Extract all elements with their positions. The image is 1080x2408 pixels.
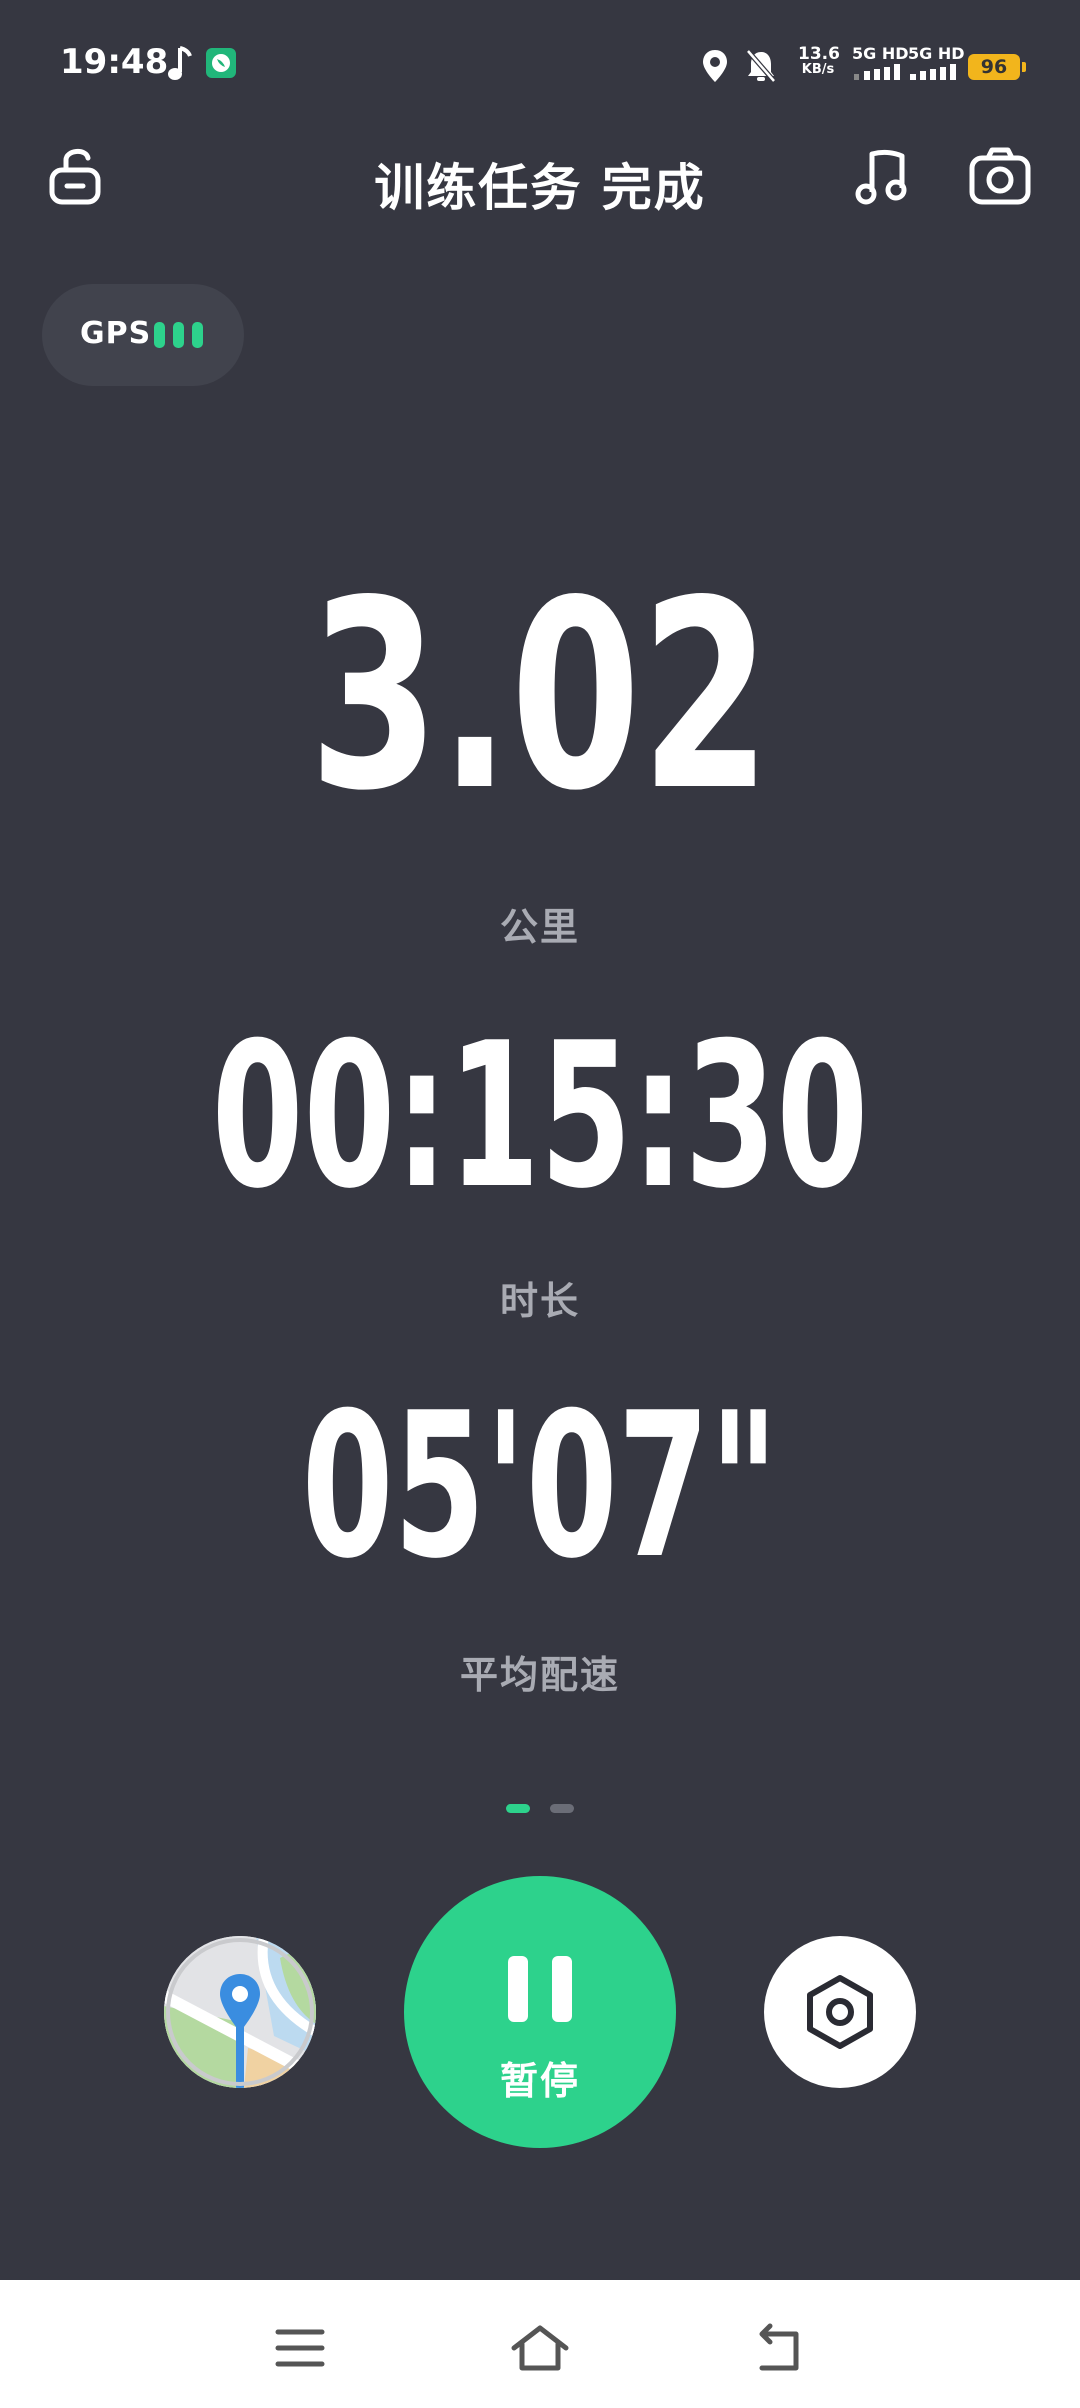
status-right-cluster: 13.6 KB/s 5G HD 5G HD 96 [640, 40, 1080, 90]
back-icon[interactable] [750, 2320, 810, 2376]
app-notification-icon [206, 48, 236, 78]
page-dot[interactable] [550, 1804, 574, 1813]
status-time: 19:48 [60, 42, 169, 82]
gps-label: GPS [80, 316, 152, 351]
pace-value: 05'07" [301, 1370, 779, 1603]
camera-icon[interactable] [966, 142, 1036, 212]
duration-label: 时长 [499, 1279, 580, 1323]
map-icon [164, 1936, 316, 2088]
menu-icon[interactable] [270, 2320, 330, 2376]
home-icon[interactable] [510, 2320, 570, 2376]
music-note-icon [168, 46, 192, 80]
duration-value: 00:15:30 [211, 1000, 869, 1233]
pace-label: 平均配速 [459, 1653, 620, 1697]
distance-value: 3.02 [309, 546, 771, 848]
settings-icon [807, 1975, 873, 2049]
gps-bar [192, 322, 203, 348]
page-dot-active[interactable] [506, 1804, 530, 1813]
battery-icon: 96 [968, 54, 1026, 80]
gps-bar [173, 322, 184, 348]
settings-button[interactable] [764, 1936, 916, 2088]
gps-bar [154, 322, 165, 348]
signal-icon [854, 64, 900, 80]
distance-label: 公里 [499, 905, 580, 949]
header-bar: 训练任务 完成 [0, 130, 1080, 230]
mute-bell-icon [746, 49, 776, 83]
map-button[interactable] [164, 1936, 316, 2088]
sim2-label: 5G HD [908, 44, 965, 63]
pause-label: 暂停 [499, 2059, 580, 2103]
gps-indicator: GPS [42, 284, 244, 386]
sim1-label: 5G HD [852, 44, 909, 63]
location-icon [703, 50, 727, 82]
status-bar: 19:48 13.6 KB/s 5G HD 5G HD 96 [0, 0, 1080, 130]
system-nav-bar [0, 2280, 1080, 2408]
pause-button[interactable]: 暂停 [404, 1876, 676, 2148]
net-speed: 13.6 KB/s [798, 44, 840, 77]
signal-icon [910, 64, 956, 80]
gps-signal-bars [154, 322, 211, 352]
music-icon[interactable] [850, 142, 920, 212]
